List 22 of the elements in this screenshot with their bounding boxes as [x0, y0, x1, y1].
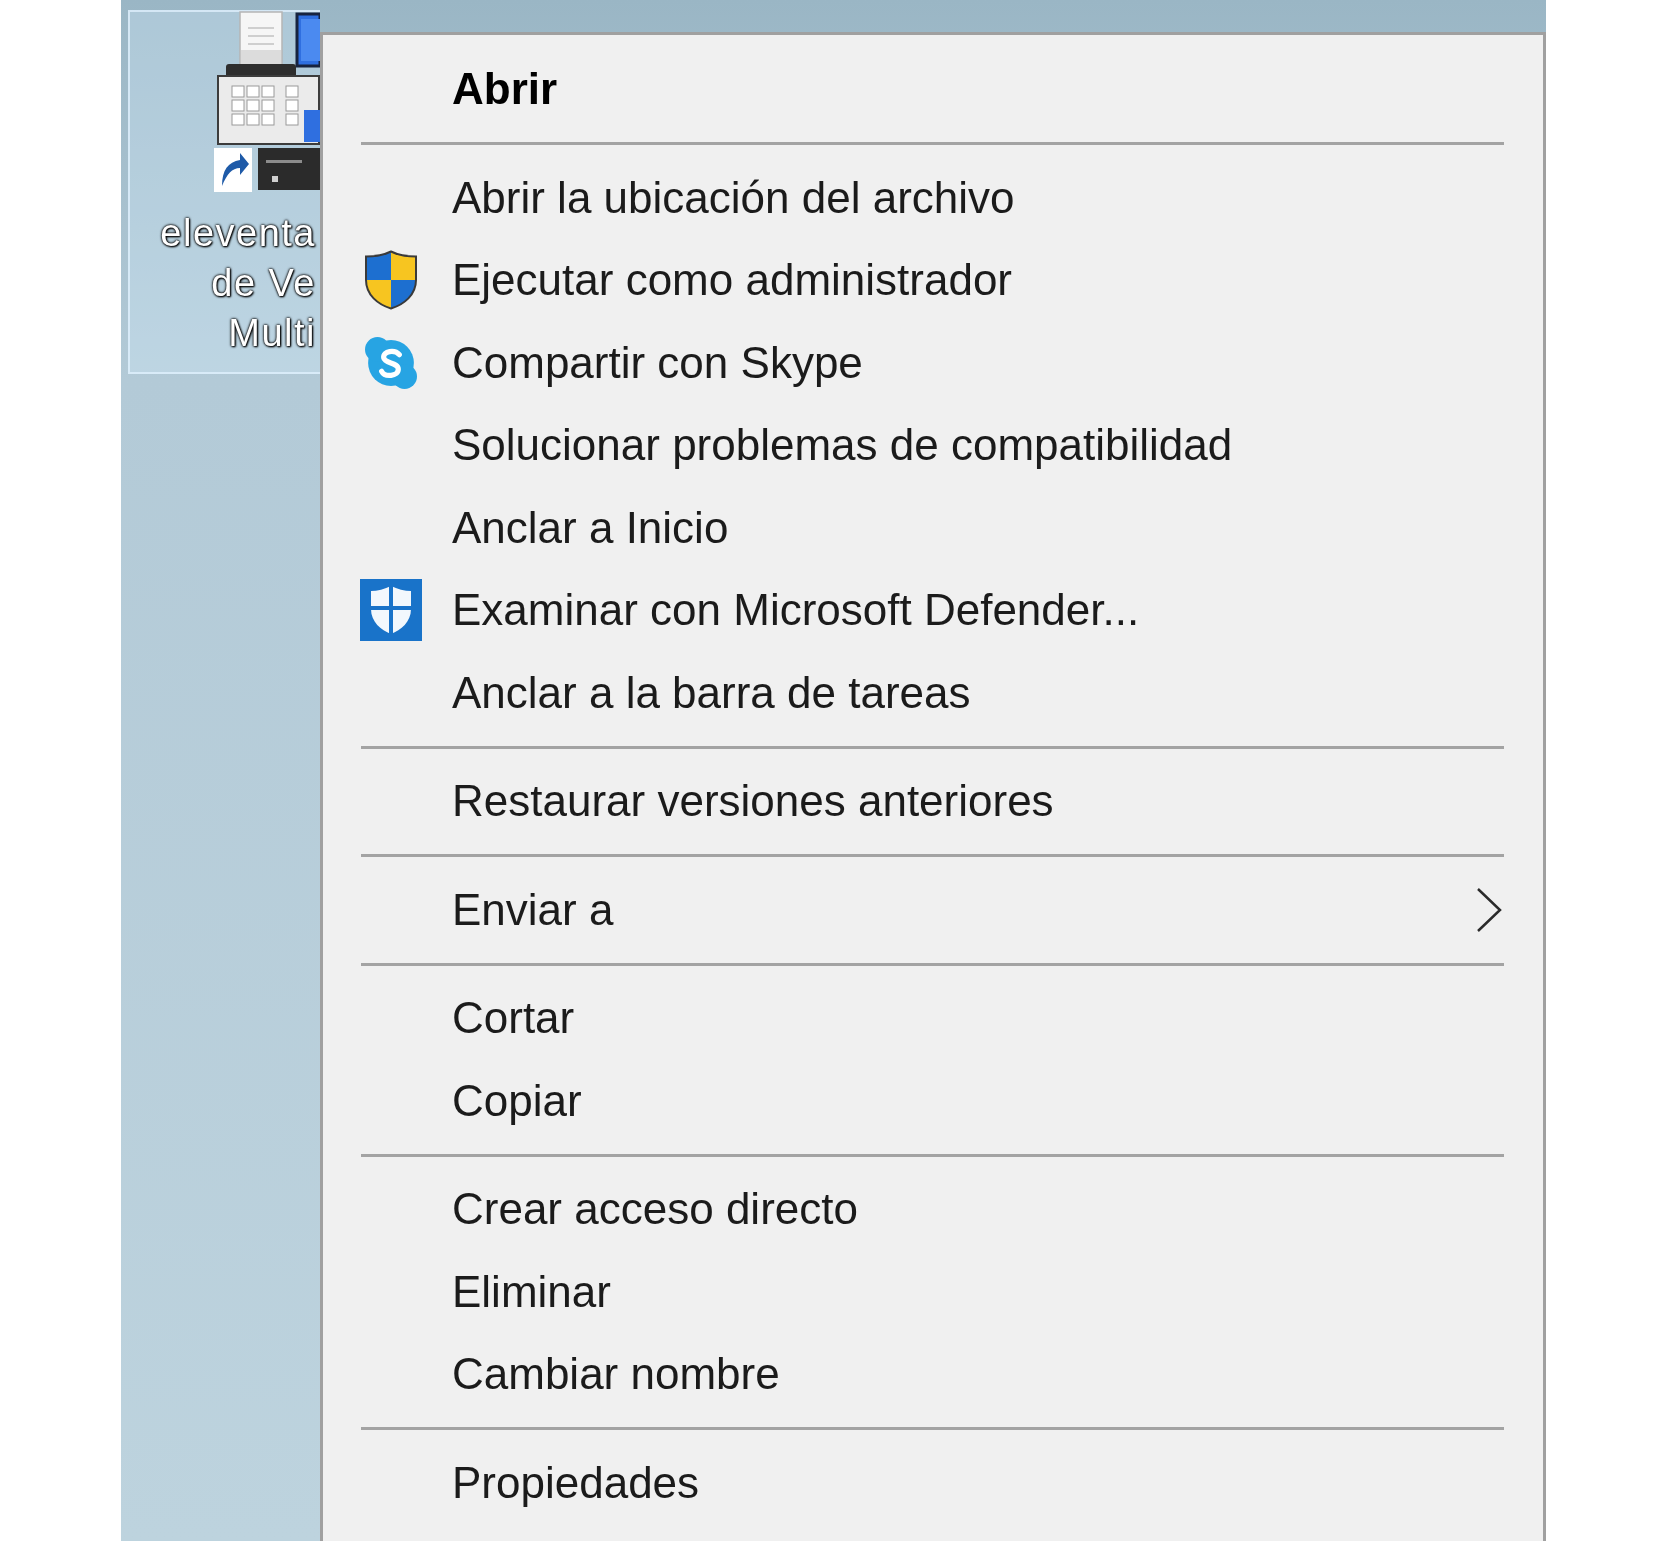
- menu-item[interactable]: Cambiar nombre: [323, 1333, 1543, 1416]
- menu-item[interactable]: Ejecutar como administrador: [323, 239, 1543, 322]
- menu-item[interactable]: Propiedades: [323, 1441, 1543, 1524]
- menu-item[interactable]: Anclar a Inicio: [323, 486, 1543, 569]
- icon-label: de Ve: [211, 261, 316, 306]
- menu-item[interactable]: Compartir con Skype: [323, 321, 1543, 404]
- shield-tile-icon: [360, 579, 422, 642]
- menu-item[interactable]: Examinar con Microsoft Defender...: [323, 569, 1543, 652]
- menu-item[interactable]: Crear acceso directo: [323, 1168, 1543, 1251]
- menu-item[interactable]: Anclar a la barra de tareas: [323, 651, 1543, 734]
- shield-icon: [364, 250, 418, 311]
- chat-logo-icon: [365, 336, 417, 389]
- menu-item[interactable]: Restaurar versiones anteriores: [323, 760, 1543, 843]
- menu-item[interactable]: Solucionar problemas de compatibilidad: [323, 404, 1543, 487]
- menu-item[interactable]: Eliminar: [323, 1250, 1543, 1333]
- menu-item[interactable]: Cortar: [323, 977, 1543, 1060]
- menu-item[interactable]: Copiar: [323, 1059, 1543, 1142]
- menu-item[interactable]: Abrir: [323, 48, 1543, 131]
- icon-label: eleventa: [160, 211, 316, 256]
- menu-item[interactable]: Enviar a: [323, 868, 1543, 951]
- icon-label: Multi: [228, 311, 316, 356]
- menu-item[interactable]: Abrir la ubicación del archivo: [323, 156, 1543, 239]
